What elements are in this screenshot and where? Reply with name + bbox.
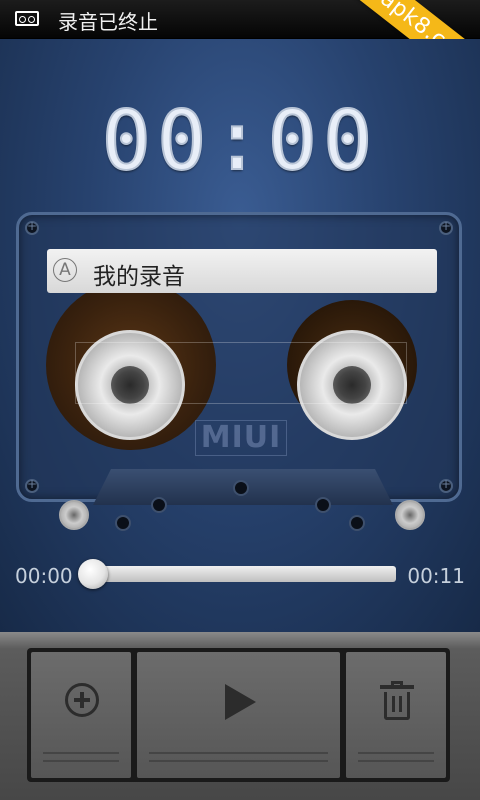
play-icon (225, 684, 256, 720)
status-title: 录音已终止 (58, 10, 158, 34)
new-recording-button[interactable] (31, 652, 131, 778)
progress-track[interactable] (84, 566, 396, 582)
tape-window (75, 342, 407, 404)
progress-thumb[interactable] (78, 559, 108, 589)
recording-name: 我的录音 (93, 264, 185, 290)
tape-label[interactable]: A 我的录音 (47, 249, 437, 293)
screw-icon (439, 477, 453, 493)
cassette-hole (315, 497, 331, 513)
elapsed-time: 00:00 (15, 564, 73, 588)
delete-button[interactable] (346, 652, 446, 778)
cassette-hole (233, 480, 249, 496)
play-button[interactable] (137, 652, 340, 778)
brand-logo: MIUI (195, 420, 287, 456)
cassette-hole (151, 497, 167, 513)
total-time: 00:11 (407, 564, 465, 588)
gear-icon (395, 500, 425, 530)
recorder-panel: 00:00 A 我的录音 MIUI (0, 39, 480, 632)
screw-icon (439, 219, 453, 235)
control-frame (27, 648, 450, 782)
gear-icon (59, 500, 89, 530)
cassette-hole (349, 515, 365, 531)
cassette-hole (115, 515, 131, 531)
screw-icon (25, 219, 39, 235)
timer-display: 00:00 (101, 94, 379, 189)
cassette-tape: A 我的录音 MIUI (16, 212, 462, 531)
trash-icon (380, 681, 414, 721)
side-a-badge: A (53, 258, 77, 282)
add-circle-icon (65, 683, 99, 717)
screw-icon (25, 477, 39, 493)
control-bar (0, 632, 480, 800)
cassette-icon (15, 11, 39, 26)
